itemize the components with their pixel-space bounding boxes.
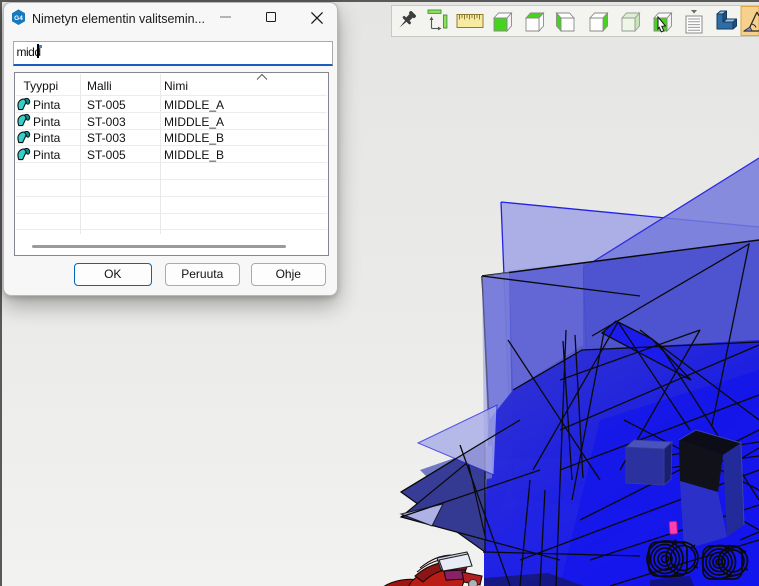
svg-text:G4: G4 xyxy=(14,14,23,21)
